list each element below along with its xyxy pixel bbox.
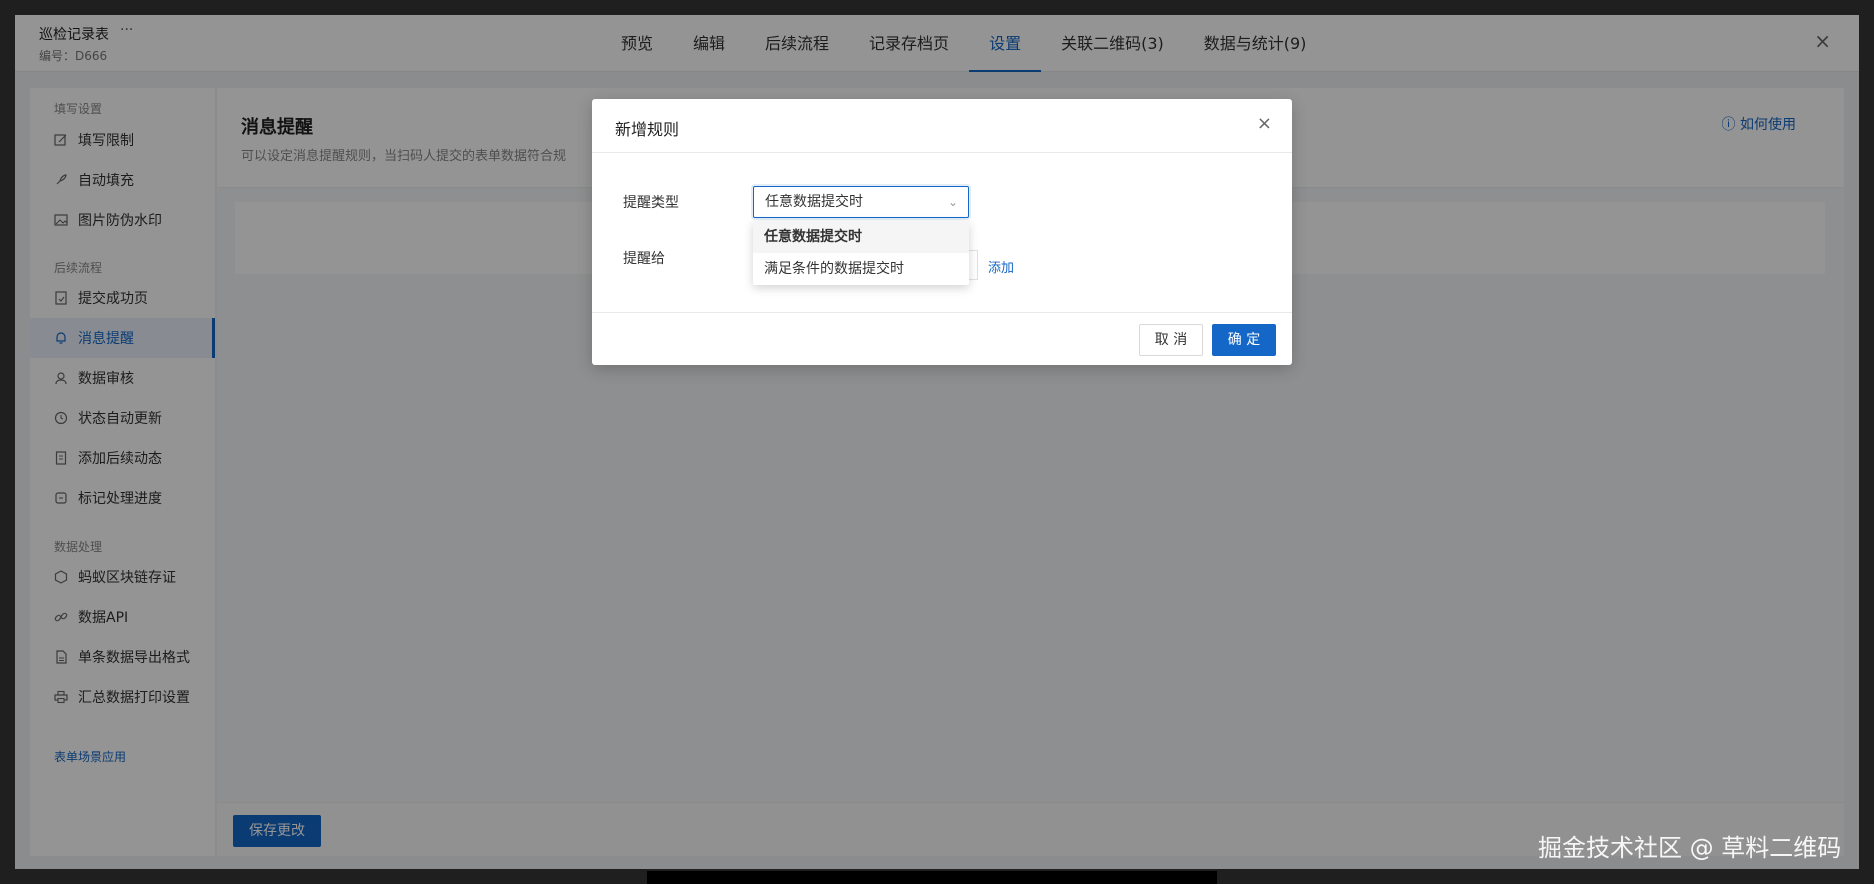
reminder-type-select[interactable]: 任意数据提交时 ⌄ — [753, 186, 969, 218]
option-any-submit[interactable]: 任意数据提交时 — [753, 221, 969, 253]
add-recipient-link[interactable]: 添加 — [988, 257, 1014, 276]
new-rule-dialog: 新增规则 × 提醒类型 任意数据提交时 ⌄ 提醒给 添加 任意数据提交时 满足条… — [592, 99, 1292, 365]
watermark-text: 掘金技术社区 @ 草料二维码 — [1538, 834, 1842, 862]
reminder-type-label: 提醒类型 — [623, 195, 679, 211]
dialog-footer: 取 消 确 定 — [592, 312, 1292, 365]
select-value: 任意数据提交时 — [765, 194, 863, 210]
bottom-strip — [647, 871, 1217, 884]
dialog-title: 新增规则 — [615, 120, 680, 139]
reminder-type-dropdown: 任意数据提交时 满足条件的数据提交时 — [753, 221, 969, 285]
dialog-header: 新增规则 × — [592, 99, 1292, 153]
chevron-down-icon: ⌄ — [947, 195, 958, 209]
close-icon[interactable]: × — [1257, 113, 1272, 134]
remind-to-label: 提醒给 — [623, 251, 665, 267]
confirm-button[interactable]: 确 定 — [1212, 324, 1276, 356]
cancel-button[interactable]: 取 消 — [1139, 324, 1203, 356]
option-conditional-submit[interactable]: 满足条件的数据提交时 — [753, 253, 969, 285]
